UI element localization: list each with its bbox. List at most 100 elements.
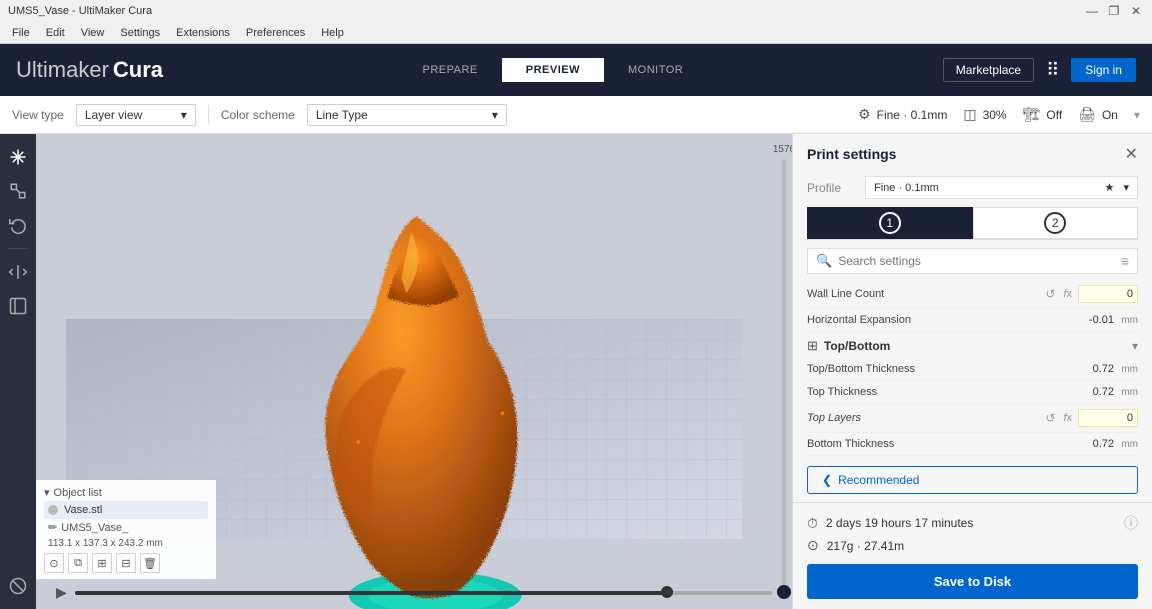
adhesion-setting[interactable]: 🖨 On — [1078, 106, 1118, 123]
marketplace-button[interactable]: Marketplace — [943, 58, 1034, 82]
object-panel-header[interactable]: ▾ Object list — [44, 484, 208, 501]
viewport[interactable]: 1576 ▾ Object list Vase.stl ✏ UMS5_Vase_… — [36, 134, 792, 609]
titlebar-title: UMS5_Vase - UltiMaker Cura — [8, 5, 152, 17]
tool-move[interactable] — [3, 142, 33, 172]
tool-mirror[interactable] — [3, 257, 33, 287]
close-panel-button[interactable]: ✕ — [1125, 144, 1138, 164]
color-scheme-label: Color scheme — [221, 108, 295, 122]
setting-wall-line-count: Wall Line Count ↺ fx 0 — [807, 280, 1138, 309]
top-bottom-thickness-unit: mm — [1118, 364, 1138, 375]
print-settings-header: Print settings ✕ — [793, 134, 1152, 172]
menu-view[interactable]: View — [73, 25, 113, 41]
playback-bar: ▶ — [56, 584, 772, 601]
tab-preview[interactable]: PREVIEW — [502, 58, 604, 82]
profile-value: Fine · 0.1mm — [874, 182, 939, 194]
main-area: 1576 ▾ Object list Vase.stl ✏ UMS5_Vase_… — [0, 134, 1152, 609]
view-type-chevron-icon: ▾ — [181, 108, 187, 122]
titlebar: UMS5_Vase - UltiMaker Cura — ❐ ✕ — [0, 0, 1152, 22]
top-bottom-thickness-label: Top/Bottom Thickness — [807, 363, 1050, 375]
wall-line-count-fx[interactable]: fx — [1061, 286, 1074, 302]
settings-tab-1[interactable]: 1 — [807, 207, 973, 239]
support-value: Off — [1046, 108, 1062, 122]
tool-rotate[interactable] — [3, 210, 33, 240]
top-layers-value[interactable]: 0 — [1078, 409, 1138, 427]
signin-button[interactable]: Sign in — [1071, 58, 1136, 82]
menu-settings[interactable]: Settings — [112, 25, 168, 41]
layer-track[interactable] — [782, 159, 786, 599]
quality-icon: ⚙ — [858, 106, 871, 123]
search-input[interactable] — [838, 254, 1115, 268]
toolbar-settings-chevron-icon: ▾ — [1134, 108, 1140, 122]
bottom-thickness-value: 0.72 — [1054, 438, 1114, 450]
toolbar-row: View type Layer view ▾ Color scheme Line… — [0, 96, 1152, 134]
sidebar-bottom — [3, 571, 33, 601]
object-panel-title: Object list — [54, 487, 102, 499]
menu-help[interactable]: Help — [313, 25, 352, 41]
object-edit-name: UMS5_Vase_ — [61, 522, 128, 534]
play-button[interactable]: ▶ — [56, 584, 67, 601]
support-icon: 🏗 — [1023, 106, 1041, 123]
top-bottom-thickness-value: 0.72 — [1054, 363, 1114, 375]
layer-thumb[interactable] — [777, 585, 791, 599]
tab-2-circle: 2 — [1044, 212, 1066, 234]
profile-row: Profile Fine · 0.1mm ★ ▾ — [793, 172, 1152, 207]
logo-cura: Cura — [113, 57, 163, 83]
save-to-disk-button[interactable]: Save to Disk — [807, 564, 1138, 599]
menu-edit[interactable]: Edit — [38, 25, 73, 41]
wall-line-count-value[interactable]: 0 — [1078, 285, 1138, 303]
tool-per-model[interactable] — [3, 291, 33, 321]
layer-progress-track[interactable] — [75, 591, 772, 595]
material-row: ⊙ 217g · 27.41m — [807, 537, 1138, 554]
menu-file[interactable]: File — [4, 25, 38, 41]
time-row: ⏱ 2 days 19 hours 17 minutes ⓘ — [807, 513, 1138, 533]
profile-star-icon: ★ — [1105, 182, 1115, 194]
top-layers-fx[interactable]: fx — [1061, 410, 1074, 426]
layer-progress-thumb[interactable] — [661, 586, 673, 598]
obj-action-center[interactable]: ⊙ — [44, 553, 64, 573]
close-button[interactable]: ✕ — [1128, 3, 1144, 19]
object-panel: ▾ Object list Vase.stl ✏ UMS5_Vase_ 113.… — [36, 480, 216, 579]
obj-action-clone[interactable]: ⊟ — [116, 553, 136, 573]
horizontal-expansion-label: Horizontal Expansion — [807, 314, 1050, 326]
tab-prepare[interactable]: PREPARE — [399, 58, 502, 82]
object-dot-icon — [48, 505, 58, 515]
profile-select[interactable]: Fine · 0.1mm ★ ▾ — [865, 176, 1138, 199]
left-sidebar — [0, 134, 36, 609]
view-type-select[interactable]: Layer view ▾ — [76, 104, 196, 126]
time-info-button[interactable]: ⓘ — [1124, 513, 1138, 533]
quality-setting[interactable]: ⚙ Fine · 0.1mm — [858, 106, 947, 123]
horizontal-expansion-value: -0.01 — [1054, 314, 1114, 326]
view-type-value: Layer view — [85, 108, 142, 122]
object-filename: Vase.stl — [64, 504, 102, 516]
obj-action-multi[interactable]: ⊞ — [92, 553, 112, 573]
bottom-thickness-unit: mm — [1118, 439, 1138, 450]
search-icon: 🔍 — [816, 253, 832, 269]
settings-tab-2[interactable]: 2 — [973, 207, 1139, 239]
time-icon: ⏱ — [807, 515, 818, 532]
menu-preferences[interactable]: Preferences — [238, 25, 313, 41]
top-layers-reset[interactable]: ↺ — [1043, 409, 1057, 427]
color-scheme-select[interactable]: Line Type ▾ — [307, 104, 507, 126]
wall-line-count-reset[interactable]: ↺ — [1043, 285, 1057, 303]
restore-button[interactable]: ❐ — [1106, 3, 1122, 19]
section-top-bottom[interactable]: ⊞ Top/Bottom ▾ — [807, 332, 1138, 358]
tool-support-blocker[interactable] — [3, 571, 33, 601]
support-setting[interactable]: 🏗 Off — [1023, 106, 1063, 123]
layer-scrollbar[interactable]: 1576 — [776, 144, 792, 599]
recommended-button[interactable]: ❮ Recommended — [807, 466, 1138, 494]
infill-setting[interactable]: ◫ 30% — [963, 106, 1006, 123]
obj-action-copy[interactable]: ⧉ — [68, 553, 88, 573]
tool-scale[interactable] — [3, 176, 33, 206]
view-type-label: View type — [12, 108, 64, 122]
tab-monitor[interactable]: MONITOR — [604, 58, 707, 82]
minimize-button[interactable]: — — [1084, 3, 1100, 19]
search-menu-button[interactable]: ≡ — [1121, 253, 1129, 269]
sidebar-separator — [8, 248, 28, 249]
pencil-icon: ✏ — [48, 521, 57, 534]
horizontal-expansion-unit: mm — [1118, 315, 1138, 326]
logo-ultimaker: Ultimaker — [16, 57, 109, 83]
menu-extensions[interactable]: Extensions — [168, 25, 238, 41]
object-list-item[interactable]: Vase.stl — [44, 501, 208, 519]
apps-grid-button[interactable]: ⠿ — [1042, 56, 1063, 85]
obj-action-delete[interactable]: 🗑 — [140, 553, 160, 573]
